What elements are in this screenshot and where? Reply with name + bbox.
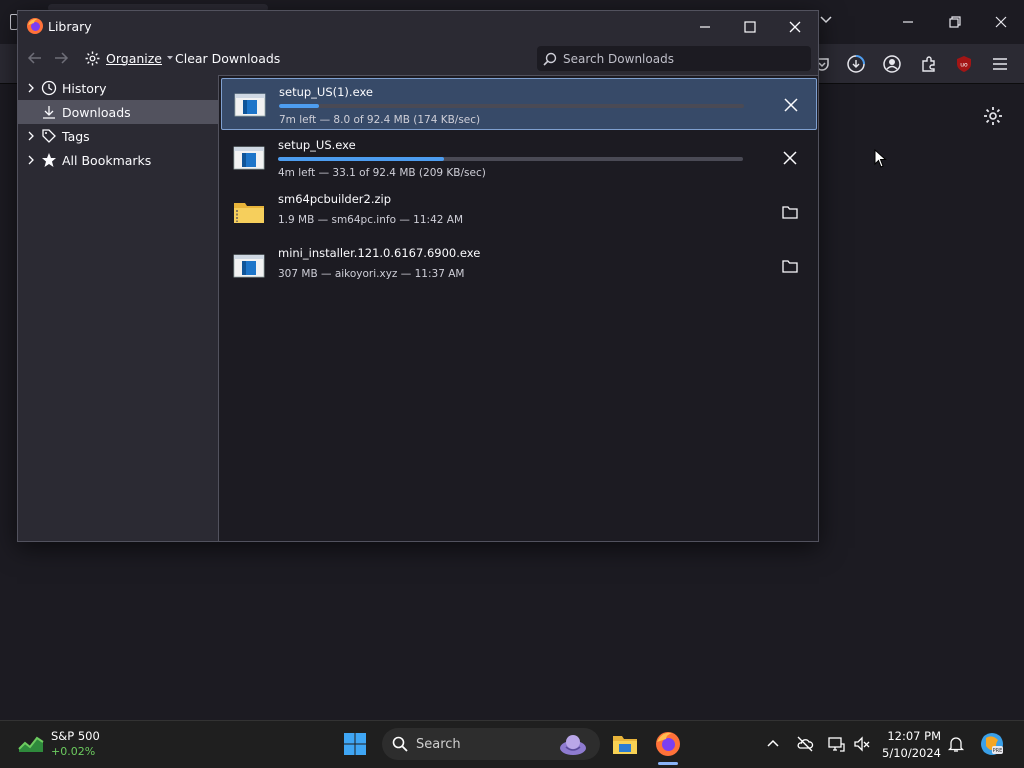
search-icon — [543, 52, 557, 66]
show-in-folder-button[interactable] — [779, 255, 801, 277]
download-item[interactable]: setup_US.exe 4m left — 33.1 of 92.4 MB (… — [221, 132, 817, 184]
search-icon — [392, 736, 408, 752]
download-progress-bar — [279, 104, 744, 108]
browser-close-button[interactable] — [989, 10, 1013, 34]
folder-icon — [782, 260, 798, 273]
download-status: 4m left — 33.1 of 92.4 MB (209 KB/sec) — [278, 167, 486, 179]
menu-icon[interactable] — [990, 54, 1010, 74]
forward-arrow-icon[interactable] — [52, 49, 70, 67]
download-filename: setup_US.exe — [278, 138, 356, 152]
chevron-right-icon[interactable] — [26, 131, 36, 141]
stock-name[interactable]: S&P 500 — [51, 729, 100, 743]
clock-date[interactable]: 5/10/2024 — [880, 746, 941, 760]
sidebar-item-label: Downloads — [62, 104, 131, 120]
zip-folder-icon — [234, 203, 264, 223]
download-status: 307 MB — aikoyori.xyz — 11:37 AM — [278, 268, 465, 280]
sidebar-item-downloads[interactable]: Downloads — [18, 100, 218, 124]
chevron-right-icon[interactable] — [26, 83, 36, 93]
exe-file-icon — [233, 254, 265, 278]
gear-icon[interactable] — [982, 105, 1004, 127]
download-filename: mini_installer.121.0.6167.6900.exe — [278, 246, 481, 260]
clear-downloads-button[interactable]: Clear Downloads — [175, 51, 280, 66]
organize-button[interactable]: Organize — [84, 48, 173, 68]
download-status: 7m left — 8.0 of 92.4 MB (174 KB/sec) — [279, 114, 481, 126]
minimize-icon — [903, 21, 913, 23]
chevron-right-icon[interactable] — [26, 155, 36, 165]
active-app-indicator — [658, 762, 678, 765]
copilot-icon[interactable]: PRE — [980, 732, 1004, 756]
organize-label: Organize — [106, 50, 162, 66]
network-display-icon[interactable] — [827, 735, 845, 753]
library-title: Library — [48, 19, 92, 34]
cancel-download-button[interactable] — [780, 94, 802, 116]
library-sidebar: History Downloads Tags All Bookmarks — [18, 75, 218, 541]
stock-chart-icon[interactable] — [18, 733, 44, 753]
sidebar-item-all-bookmarks[interactable]: All Bookmarks — [18, 148, 218, 172]
stock-change: +0.02% — [51, 745, 96, 758]
download-progress-bar — [278, 157, 743, 161]
exe-file-icon — [233, 146, 265, 170]
close-icon — [784, 98, 798, 112]
back-arrow-icon[interactable] — [26, 49, 44, 67]
chevron-down-icon[interactable] — [818, 12, 834, 28]
firefox-logo-icon — [27, 18, 43, 34]
download-progress-fill — [278, 157, 445, 161]
download-item[interactable]: sm64pcbuilder2.zip 1.9 MB — sm64pc.info … — [221, 186, 817, 238]
download-progress-fill — [279, 104, 320, 108]
search-downloads-input[interactable] — [563, 51, 803, 66]
minimize-icon — [700, 26, 710, 28]
cancel-download-button[interactable] — [779, 147, 801, 169]
taskbar-search-input[interactable] — [416, 736, 546, 752]
download-status: 1.9 MB — sm64pc.info — 11:42 AM — [278, 214, 464, 226]
file-explorer-icon[interactable] — [611, 730, 639, 758]
download-filename: setup_US(1).exe — [279, 85, 373, 99]
close-icon — [995, 16, 1007, 28]
tag-icon — [42, 129, 56, 143]
account-icon[interactable] — [882, 54, 902, 74]
download-item[interactable]: setup_US(1).exe 7m left — 8.0 of 92.4 MB… — [221, 78, 817, 130]
folder-icon — [782, 206, 798, 219]
sidebar-item-history[interactable]: History — [18, 76, 218, 100]
downloads-list: setup_US(1).exe 7m left — 8.0 of 92.4 MB… — [218, 75, 818, 541]
search-downloads-field[interactable] — [537, 46, 811, 71]
downloads-progress-icon[interactable] — [846, 54, 866, 74]
clock-icon — [41, 80, 57, 96]
close-icon — [783, 151, 797, 165]
svg-text:uo: uo — [960, 62, 968, 69]
chevron-up-icon[interactable] — [764, 735, 782, 753]
firefox-taskbar-icon[interactable] — [654, 730, 682, 758]
mouse-cursor-icon — [874, 149, 887, 168]
browser-minimize-button[interactable] — [896, 10, 920, 34]
close-icon — [789, 21, 801, 33]
exe-file-icon — [234, 93, 266, 117]
volume-muted-icon[interactable] — [853, 735, 871, 753]
library-maximize-button[interactable] — [736, 15, 764, 39]
clock-time[interactable]: 12:07 PM — [887, 729, 941, 743]
svg-text:PRE: PRE — [993, 748, 1003, 754]
sidebar-item-label: All Bookmarks — [62, 152, 152, 168]
dropdown-arrow-icon — [167, 56, 173, 60]
library-titlebar[interactable]: Library — [18, 11, 818, 43]
download-icon — [43, 106, 55, 119]
library-minimize-button[interactable] — [691, 15, 719, 39]
restore-icon — [949, 16, 961, 28]
show-in-folder-button[interactable] — [779, 201, 801, 223]
maximize-icon — [744, 21, 756, 33]
download-filename: sm64pcbuilder2.zip — [278, 192, 392, 206]
onedrive-offline-icon[interactable] — [796, 735, 814, 753]
ublock-origin-icon[interactable]: uo — [954, 54, 974, 74]
star-icon — [42, 153, 56, 167]
notification-bell-icon[interactable] — [947, 735, 965, 753]
browser-restore-button[interactable] — [943, 10, 967, 34]
sidebar-item-label: Tags — [62, 128, 90, 144]
library-close-button[interactable] — [781, 15, 809, 39]
gear-icon — [85, 51, 100, 65]
windows-start-icon[interactable] — [343, 732, 367, 756]
download-item[interactable]: mini_installer.121.0.6167.6900.exe 307 M… — [221, 240, 817, 292]
search-highlight-icon[interactable] — [556, 731, 590, 757]
extensions-icon[interactable] — [919, 54, 939, 74]
sidebar-item-tags[interactable]: Tags — [18, 124, 218, 148]
sidebar-item-label: History — [62, 80, 107, 96]
